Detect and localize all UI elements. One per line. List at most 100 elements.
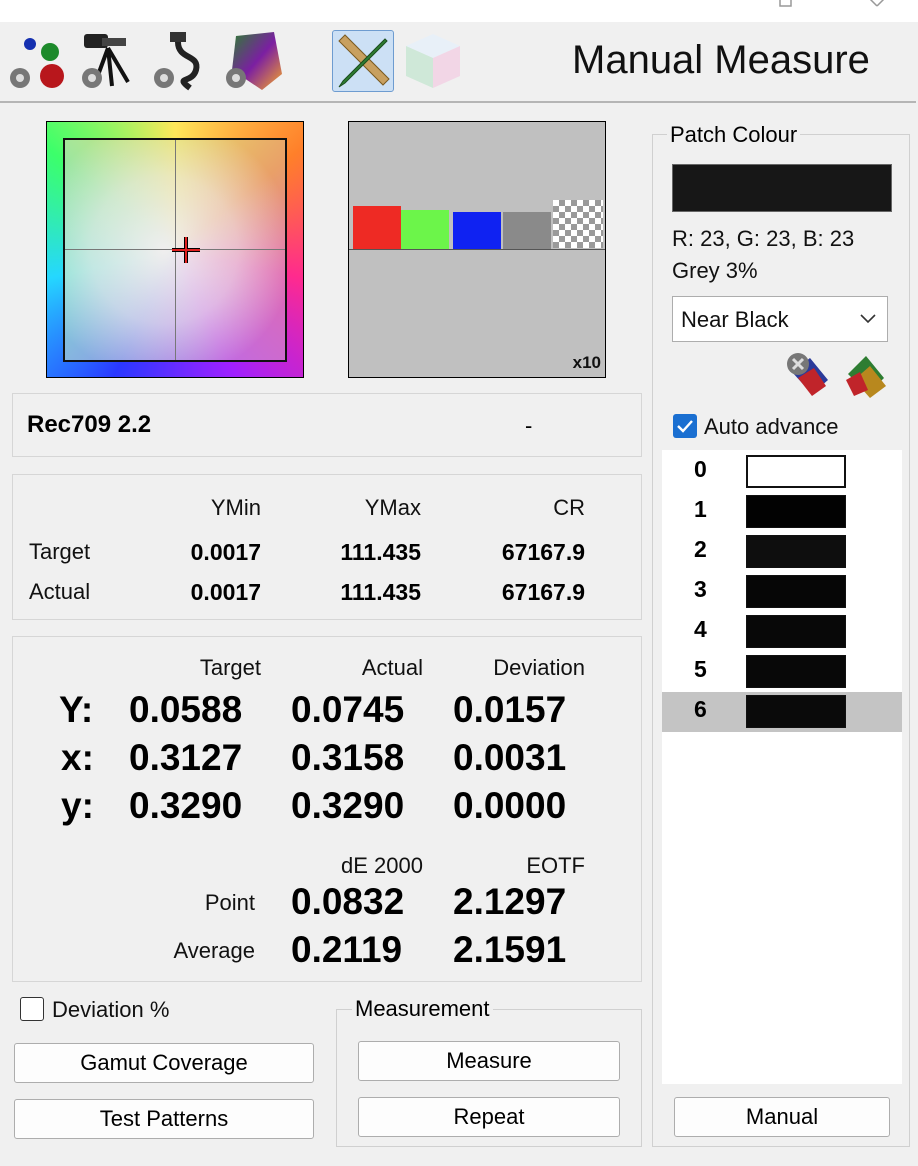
header-target: Target <box>199 655 261 680</box>
colour-target-inner <box>63 138 287 362</box>
patch-index: 6 <box>694 696 707 722</box>
target-ymin: 0.0017 <box>190 539 261 565</box>
profile-name: Rec709 2.2 <box>27 411 152 438</box>
header-eotf: EOTF <box>526 853 585 878</box>
row-label-actual: Actual <box>29 579 91 604</box>
cable-icon[interactable] <box>150 30 212 92</box>
reading-y-actual: 0.3290 <box>291 785 405 826</box>
reading-label-Y: Y: <box>59 689 94 730</box>
patch-index: 4 <box>694 616 707 642</box>
reading-label-y: y: <box>61 785 94 826</box>
target-cr: 67167.9 <box>501 539 585 565</box>
colour-gamut-icon[interactable] <box>222 30 284 92</box>
chevron-down-icon <box>860 314 876 324</box>
reading-Y-target: 0.0588 <box>129 689 243 730</box>
patch-list-item[interactable]: 4 <box>662 612 902 652</box>
preview-swatch <box>353 206 401 249</box>
add-patch-icon[interactable] <box>842 350 892 400</box>
pencil-ruler-icon[interactable] <box>332 30 394 92</box>
patch-swatch <box>746 655 846 688</box>
deviation-percent-label[interactable]: Deviation % <box>52 997 169 1023</box>
target-marker-icon <box>172 237 200 263</box>
patch-index: 1 <box>694 496 707 522</box>
patch-index: 0 <box>694 456 707 482</box>
reading-x-target: 0.3127 <box>129 737 243 778</box>
colour-cube-icon[interactable] <box>402 30 464 92</box>
patch-rgb-text: R: 23, G: 23, B: 23 <box>672 226 855 251</box>
patch-index: 5 <box>694 656 707 682</box>
patch-list-item[interactable]: 6 <box>662 692 902 732</box>
delete-patch-icon[interactable] <box>784 350 834 400</box>
patch-swatch <box>746 455 846 488</box>
patch-set-select-value: Near Black <box>681 307 789 332</box>
transparent-swatch <box>553 200 603 248</box>
manual-button[interactable]: Manual <box>674 1097 890 1137</box>
header-divider <box>0 101 916 103</box>
reading-Y-actual: 0.0745 <box>291 689 405 730</box>
average-eotf: 2.1591 <box>453 929 567 970</box>
reading-Y-deviation: 0.0157 <box>453 689 567 730</box>
restore-icon[interactable] <box>776 0 796 15</box>
zoom-label: x10 <box>572 353 601 372</box>
page-title: Manual Measure <box>572 38 870 82</box>
profile-status: - <box>525 413 533 438</box>
header-de2000: dE 2000 <box>341 853 423 878</box>
row-label-point: Point <box>204 890 255 915</box>
auto-advance-label[interactable]: Auto advance <box>704 414 839 440</box>
reading-x-actual: 0.3158 <box>291 737 405 778</box>
patch-swatch <box>746 615 846 648</box>
patch-swatch <box>746 495 846 528</box>
actual-ymax: 111.435 <box>340 579 421 605</box>
point-de2000: 0.0832 <box>291 881 405 922</box>
measurement-group-title: Measurement <box>352 996 493 1022</box>
patch-list-item[interactable]: 1 <box>662 492 902 532</box>
readings-panel: Target Actual Deviation Y: 0.0588 0.0745… <box>12 636 642 982</box>
reading-y-deviation: 0.0000 <box>453 785 567 826</box>
close-icon[interactable] <box>866 0 888 15</box>
patch-list-item[interactable]: 2 <box>662 532 902 572</box>
patch-list[interactable]: 0 1 2 3 4 5 6 <box>662 450 902 1084</box>
header-deviation: Deviation <box>493 655 585 680</box>
reading-y-target: 0.3290 <box>129 785 243 826</box>
actual-cr: 67167.9 <box>501 579 585 605</box>
preview-swatch <box>503 212 551 249</box>
deviation-percent-checkbox[interactable] <box>20 997 44 1021</box>
target-ymax: 111.435 <box>340 539 421 565</box>
gamut-coverage-button[interactable]: Gamut Coverage <box>14 1043 314 1083</box>
header-actual: Actual <box>361 655 423 680</box>
patch-index: 2 <box>694 536 707 562</box>
row-label-average: Average <box>173 938 255 963</box>
actual-ymin: 0.0017 <box>190 579 261 605</box>
patch-colour-swatch <box>672 164 892 212</box>
header-ymax: YMax <box>364 495 421 520</box>
patch-set-select[interactable]: Near Black <box>672 296 888 342</box>
header-cr: CR <box>553 495 585 520</box>
preview-baseline <box>349 249 605 250</box>
preview-swatch <box>401 210 449 249</box>
patch-swatch <box>746 695 846 728</box>
luminance-panel: YMin YMax CR Target 0.0017 111.435 67167… <box>12 474 642 620</box>
repeat-button[interactable]: Repeat <box>358 1097 620 1137</box>
auto-advance-checkbox[interactable] <box>673 414 697 438</box>
reading-label-x: x: <box>61 737 94 778</box>
colour-dots-icon[interactable] <box>6 30 68 92</box>
test-patterns-button[interactable]: Test Patterns <box>14 1099 314 1139</box>
checkmark-icon <box>677 420 693 433</box>
row-label-target: Target <box>29 539 91 564</box>
patch-list-item[interactable]: 5 <box>662 652 902 692</box>
patch-list-item[interactable]: 3 <box>662 572 902 612</box>
patch-colour-title: Patch Colour <box>667 122 801 148</box>
average-de2000: 0.2119 <box>291 929 403 970</box>
patch-list-item[interactable]: 0 <box>662 452 902 492</box>
reading-x-deviation: 0.0031 <box>453 737 567 778</box>
preview-swatch <box>453 212 501 249</box>
patch-preview: x10 <box>348 121 606 378</box>
tripod-meter-icon[interactable] <box>78 30 140 92</box>
patch-swatch <box>746 535 846 568</box>
colour-target-chart <box>46 121 304 378</box>
patch-grey-text: Grey 3% <box>672 258 758 283</box>
measure-button[interactable]: Measure <box>358 1041 620 1081</box>
patch-swatch <box>746 575 846 608</box>
header-ymin: YMin <box>210 495 261 520</box>
profile-panel: Rec709 2.2 - <box>12 393 642 457</box>
